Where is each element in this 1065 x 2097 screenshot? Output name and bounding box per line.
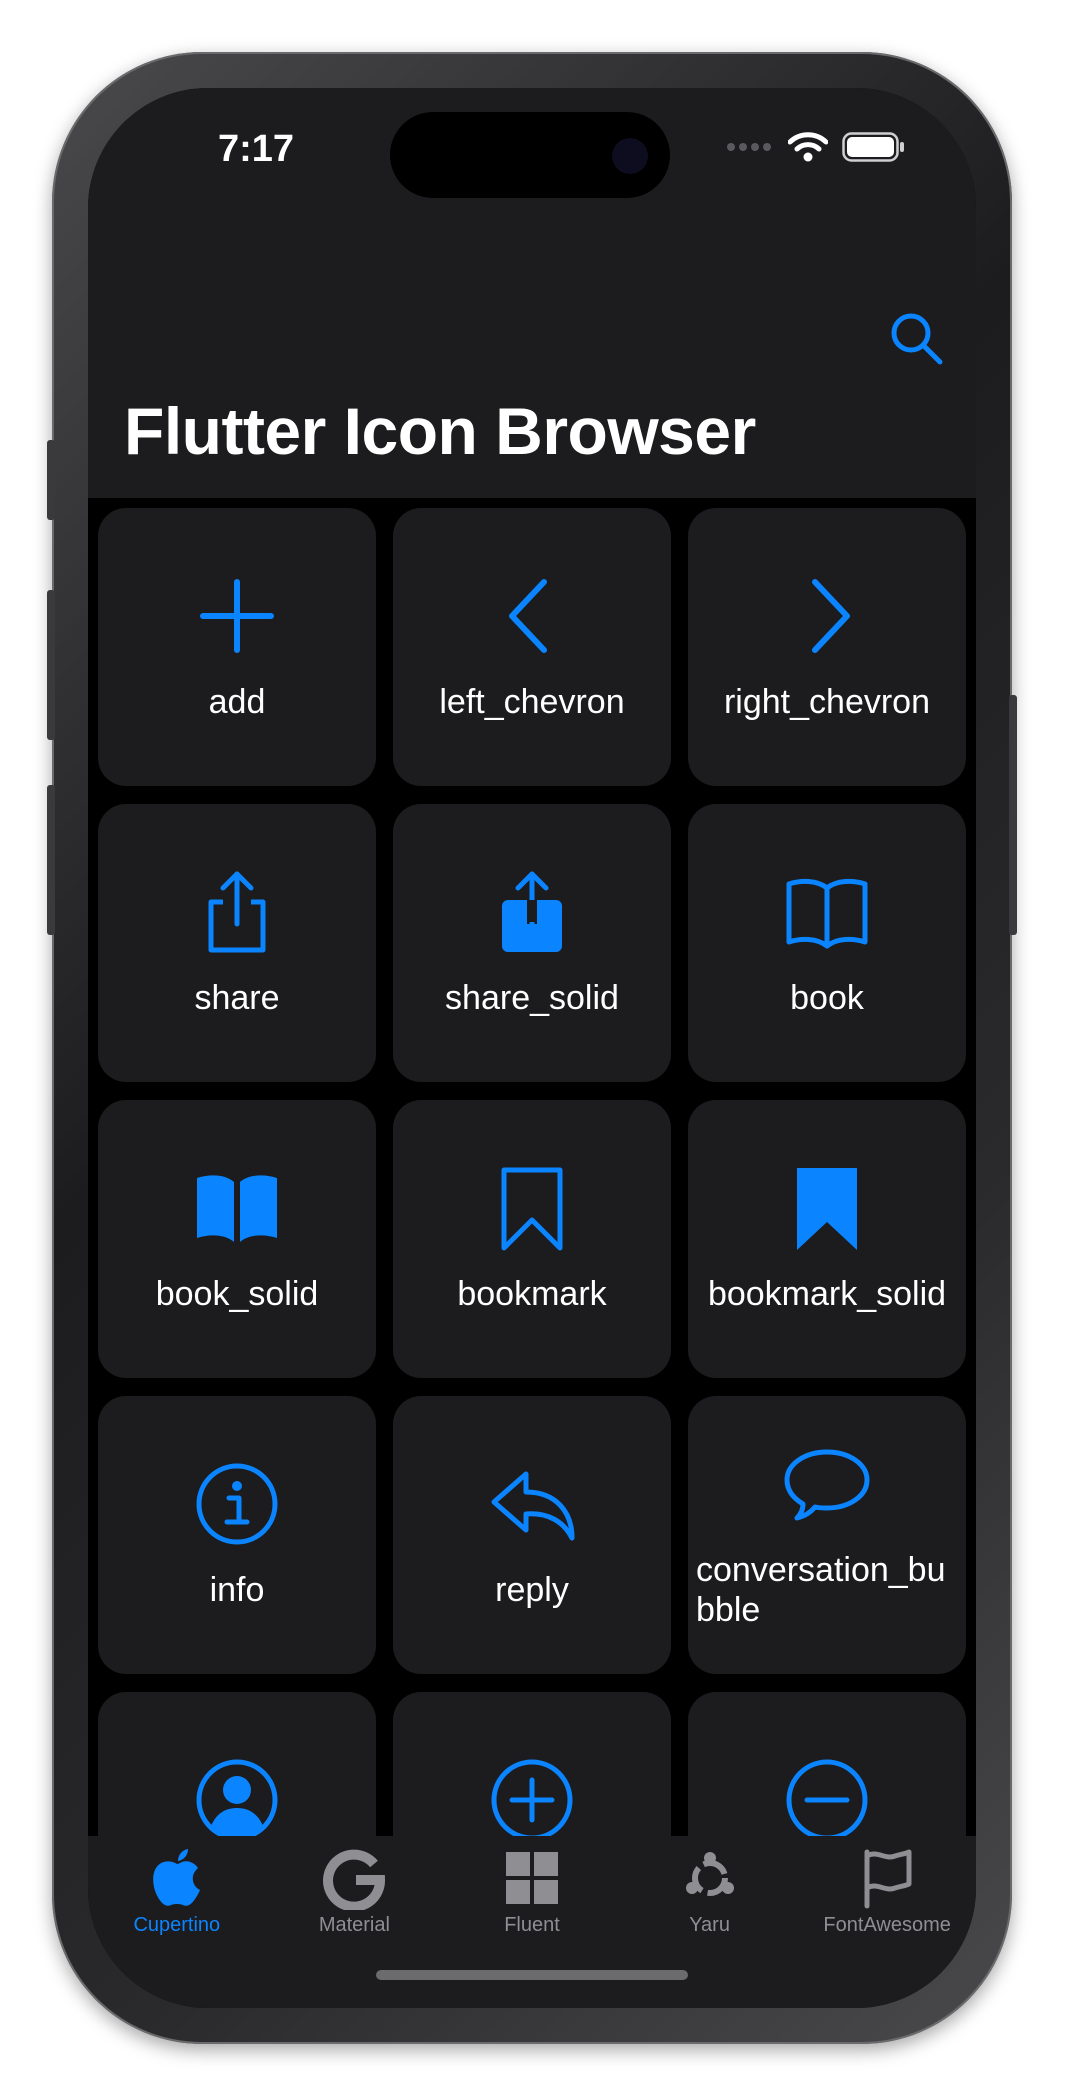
tab-bar: Cupertino Material Fluent Yaru FontAweso… — [88, 1836, 976, 2008]
icon-label: book_solid — [155, 1275, 319, 1313]
book-solid-icon — [197, 1175, 277, 1242]
app-screen: 7:17 Flutter Icon Browser add left_chevr… — [88, 88, 976, 2008]
status-indicators — [726, 132, 906, 162]
page-title: Flutter Icon Browser — [124, 394, 756, 468]
plus-circled-icon — [491, 1759, 573, 1841]
battery-icon — [842, 132, 904, 162]
icon-grid: add left_chevron right_chevron share sha… — [98, 508, 966, 1970]
status-bar: 7:17 — [88, 88, 976, 208]
volume-up-button — [47, 590, 55, 740]
tab-fluent[interactable]: Fluent — [443, 1836, 621, 2008]
icon-tile-left-chevron[interactable]: left_chevron — [393, 508, 671, 786]
minus-circled-icon — [786, 1759, 868, 1841]
power-button — [1009, 695, 1017, 935]
dynamic-island — [390, 112, 670, 198]
icon-label: bookmark_solid — [707, 1275, 947, 1313]
home-indicator[interactable] — [376, 1970, 688, 1980]
icon-tile-book-solid[interactable]: book_solid — [98, 1100, 376, 1378]
left-chevron-icon — [509, 579, 547, 653]
camera-icon — [612, 138, 648, 174]
icon-tile-right-chevron[interactable]: right_chevron — [688, 508, 966, 786]
tab-label: Material — [318, 1914, 390, 1936]
tab-label: FontAwesome — [823, 1914, 951, 1936]
app-header: Flutter Icon Browser — [88, 208, 976, 498]
wifi-icon — [788, 132, 828, 162]
share-solid-icon — [502, 871, 562, 952]
ubuntu-icon — [685, 1852, 734, 1896]
tab-label: Fluent — [504, 1914, 560, 1936]
icon-label: conversation_bubble — [696, 1551, 946, 1629]
info-icon — [196, 1463, 278, 1545]
icon-label: bookmark — [457, 1275, 607, 1313]
bookmark-icon — [501, 1167, 563, 1251]
right-chevron-icon — [812, 579, 850, 653]
reply-icon — [491, 1471, 575, 1541]
windows-icon — [505, 1852, 558, 1904]
flag-icon — [864, 1849, 912, 1909]
icon-label: reply — [495, 1571, 569, 1609]
icon-tile-book[interactable]: book — [688, 804, 966, 1082]
icon-label: left_chevron — [439, 683, 625, 721]
profile-circled-icon — [196, 1759, 278, 1841]
icon-tile-info[interactable]: info — [98, 1396, 376, 1674]
book-icon — [786, 878, 868, 949]
icon-tile-share[interactable]: share — [98, 804, 376, 1082]
volume-down-button — [47, 785, 55, 935]
tab-fontawesome[interactable]: FontAwesome — [798, 1836, 976, 2008]
google-icon — [323, 1849, 386, 1910]
action-button — [47, 440, 55, 520]
icon-label: add — [208, 683, 266, 721]
share-icon — [208, 871, 266, 953]
icon-label: book — [790, 979, 864, 1017]
tab-label: Cupertino — [133, 1914, 221, 1936]
icon-tile-reply[interactable]: reply — [393, 1396, 671, 1674]
bookmark-solid-icon — [797, 1168, 857, 1250]
icon-tile-add[interactable]: add — [98, 508, 376, 786]
icon-label: share_solid — [445, 979, 619, 1017]
icon-tile-conversation-bubble[interactable]: conversation_bubble — [688, 1396, 966, 1674]
icon-label: right_chevron — [723, 683, 930, 721]
icon-tile-share-solid[interactable]: share_solid — [393, 804, 671, 1082]
tab-cupertino[interactable]: Cupertino — [88, 1836, 266, 2008]
tab-yaru[interactable]: Yaru — [621, 1836, 799, 2008]
icon-tile-bookmark[interactable]: bookmark — [393, 1100, 671, 1378]
icon-label: info — [209, 1571, 265, 1609]
tab-material[interactable]: Material — [266, 1836, 444, 2008]
signal-icon — [727, 143, 771, 151]
icon-label: share — [194, 979, 280, 1017]
conversation-bubble-icon — [784, 1449, 870, 1521]
apple-icon — [152, 1849, 200, 1906]
add-icon — [200, 579, 274, 653]
icon-tile-bookmark-solid[interactable]: bookmark_solid — [688, 1100, 966, 1378]
search-icon[interactable] — [886, 308, 946, 368]
tab-label: Yaru — [689, 1914, 730, 1936]
status-time: 7:17 — [218, 128, 295, 170]
